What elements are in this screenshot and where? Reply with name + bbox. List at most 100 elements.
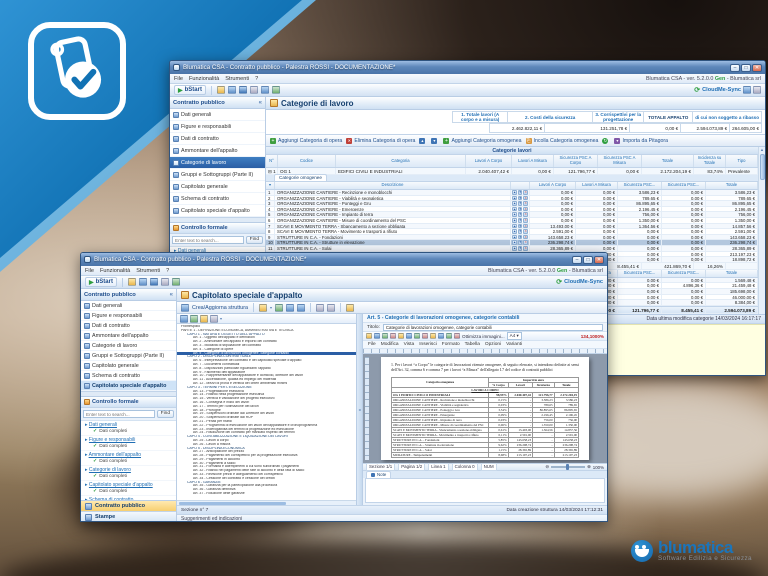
sidebar-item[interactable]: Schema di contratto xyxy=(170,193,265,205)
tab-categorie-omogenee[interactable]: Categorie omogenee xyxy=(274,174,327,181)
row-delete-icon[interactable]: ✕ xyxy=(523,201,528,206)
sidebar-item[interactable]: Dati di contratto xyxy=(81,321,176,331)
row-up-icon[interactable]: ▲ xyxy=(512,246,517,251)
sidebar-item[interactable]: Ammontare dell'appalto xyxy=(170,145,265,157)
row-down-icon[interactable]: ▼ xyxy=(518,196,523,201)
grid-toolbar-button[interactable] xyxy=(419,138,427,144)
copy-icon[interactable] xyxy=(406,333,412,339)
sidebar-header[interactable]: Contratto pubblico« xyxy=(81,289,176,301)
find-button[interactable]: Find xyxy=(157,410,174,418)
sidebar-item[interactable]: Figure e responsabili xyxy=(170,121,265,133)
move-up-icon[interactable] xyxy=(286,304,294,312)
row-down-icon[interactable]: ▼ xyxy=(518,190,523,195)
sidebar-item[interactable]: Schema di contratto xyxy=(81,371,176,381)
menu-item[interactable]: File xyxy=(85,268,94,274)
save-icon[interactable] xyxy=(139,278,147,286)
controllo-formale-header[interactable]: Controllo formale xyxy=(170,223,265,234)
print-icon[interactable] xyxy=(161,278,169,286)
controllo-item[interactable]: ▸ Categorie di lavoro ✓Dati completi xyxy=(81,466,176,481)
row-up-icon[interactable]: ▲ xyxy=(512,229,517,234)
new-icon[interactable] xyxy=(366,333,372,339)
editor-menu-item[interactable]: Inserisci xyxy=(419,342,437,347)
categoria-opera-row[interactable]: ⊟ 1 OG 1 EDIFICI CIVILI E INDUSTRIALI 2.… xyxy=(266,168,758,175)
menu-item[interactable]: Strumenti xyxy=(225,76,249,82)
add-section-icon[interactable] xyxy=(275,304,283,312)
theme-icon[interactable] xyxy=(259,304,267,312)
grid-toolbar-button[interactable] xyxy=(431,138,439,144)
menu-item[interactable]: Funzionalità xyxy=(100,268,130,274)
print-icon[interactable] xyxy=(390,333,396,339)
find-button[interactable]: Find xyxy=(246,236,263,244)
row-delete-icon[interactable]: ✕ xyxy=(523,212,528,217)
row-delete-icon[interactable]: ✕ xyxy=(523,246,528,251)
controllo-item[interactable]: ▸ Capitolato speciale d'appalto ✓Dati co… xyxy=(81,481,176,496)
book-icon[interactable] xyxy=(316,304,324,312)
horizontal-scrollbar[interactable] xyxy=(177,500,356,505)
menu-item[interactable]: Funzionalità xyxy=(189,76,219,82)
info-icon[interactable] xyxy=(172,278,180,286)
open-icon[interactable] xyxy=(374,333,380,339)
sidebar-item[interactable]: Categorie di lavoro xyxy=(170,157,265,169)
export-icon[interactable] xyxy=(150,278,158,286)
menu-item[interactable]: Strumenti xyxy=(136,268,160,274)
menu-item[interactable]: File xyxy=(174,76,183,82)
maximize-button[interactable]: □ xyxy=(583,256,593,264)
close-button[interactable]: ✕ xyxy=(594,256,604,264)
sidebar-item[interactable]: Capitolato generale xyxy=(170,181,265,193)
undo-icon[interactable] xyxy=(422,333,428,339)
collapse-icon[interactable]: « xyxy=(170,292,173,298)
redo-icon[interactable] xyxy=(430,333,436,339)
editor-menu-item[interactable]: Modifica xyxy=(381,342,399,347)
editor-menu-item[interactable]: Vista xyxy=(404,342,415,347)
refresh-icon[interactable] xyxy=(190,315,198,323)
table-icon[interactable] xyxy=(438,333,444,339)
row-up-icon[interactable]: ▲ xyxy=(512,190,517,195)
export-icon[interactable] xyxy=(239,86,247,94)
zoom-slider[interactable] xyxy=(551,466,585,468)
grid-toolbar-button[interactable]: Incolla Categoria omogenea xyxy=(526,138,599,144)
book2-icon[interactable] xyxy=(327,304,335,312)
sidebar-item[interactable]: Gruppi e Sottogruppi (Parte II) xyxy=(170,169,265,181)
link-icon[interactable] xyxy=(454,333,460,339)
sidebar-item[interactable]: Ammontare dell'appalto xyxy=(81,331,176,341)
save-icon[interactable] xyxy=(382,333,388,339)
open-folder-icon[interactable] xyxy=(128,278,136,286)
editor-menu-item[interactable]: Tabella xyxy=(465,342,480,347)
row-up-icon[interactable]: ▲ xyxy=(512,201,517,206)
row-up-icon[interactable]: ▲ xyxy=(512,218,517,223)
sidebar-item[interactable]: Capitolato speciale d'appalto xyxy=(81,381,176,391)
sidebar-item[interactable]: Capitolato generale xyxy=(81,361,176,371)
document-preview[interactable]: 1. Per i lavori “a Corpo” le categorie d… xyxy=(363,354,607,463)
sidebar-item[interactable]: Capitolato speciale d'appalto xyxy=(170,205,265,217)
zoom-out-icon[interactable]: ⊖ xyxy=(545,464,549,470)
sidebar-header[interactable]: Contratto pubblico« xyxy=(170,97,265,109)
maximize-button[interactable]: □ xyxy=(741,64,751,72)
layout-icon[interactable] xyxy=(210,315,218,323)
grid-toolbar-button[interactable]: Aggiungi Categoria di opera xyxy=(270,138,342,144)
menu-item[interactable]: ? xyxy=(166,268,169,274)
paste-icon[interactable] xyxy=(346,304,354,312)
sidebar-item[interactable]: Gruppi e Sottogruppi (Parte II) xyxy=(81,351,176,361)
collapse-icon[interactable]: « xyxy=(259,100,262,106)
row-delete-icon[interactable]: ✕ xyxy=(523,218,528,223)
sidebar-item[interactable]: Dati generali xyxy=(81,301,176,311)
row-up-icon[interactable]: ▲ xyxy=(512,235,517,240)
tab-note[interactable]: Note xyxy=(366,471,391,478)
row-down-icon[interactable]: ▼ xyxy=(518,218,523,223)
grid-icon[interactable] xyxy=(743,86,751,94)
bstart-button[interactable]: ▶bStart xyxy=(174,85,206,95)
row-delete-icon[interactable]: ✕ xyxy=(523,190,528,195)
row-up-icon[interactable]: ▲ xyxy=(512,240,517,245)
sidebar-item[interactable]: Dati di contratto xyxy=(170,133,265,145)
row-down-icon[interactable]: ▼ xyxy=(518,224,523,229)
controllo-formale-header[interactable]: Controllo formale xyxy=(81,397,176,408)
info-icon[interactable] xyxy=(272,86,280,94)
image-icon[interactable] xyxy=(446,333,452,339)
row-delete-icon[interactable]: ✕ xyxy=(523,196,528,201)
controllo-search-input[interactable] xyxy=(83,410,155,418)
row-down-icon[interactable]: ▼ xyxy=(518,207,523,212)
title-bar[interactable]: Blumatica CSA - Contratto pubblico - Pal… xyxy=(81,253,607,266)
vertical-scrollbar[interactable]: ▲ xyxy=(758,147,765,314)
editor-menu-item[interactable]: Opzioni xyxy=(485,342,501,347)
open-folder-icon[interactable] xyxy=(217,86,225,94)
